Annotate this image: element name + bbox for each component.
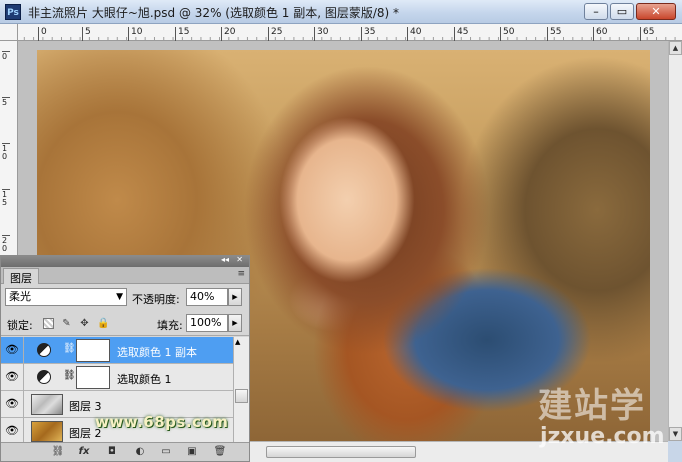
lock-transparent-pixels-icon[interactable] — [43, 318, 54, 329]
ruler-h-tick: 20 — [221, 27, 235, 41]
layer-thumbnail[interactable] — [31, 421, 63, 442]
selective-color-adjustment-icon[interactable] — [37, 370, 51, 384]
close-panel-icon[interactable]: ✕ — [236, 255, 243, 264]
add-mask-icon[interactable]: ◘ — [105, 446, 119, 458]
layer-mask-thumbnail[interactable] — [76, 339, 110, 362]
canvas-vertical-scrollbar[interactable]: ▲ ▼ — [668, 41, 682, 441]
horizontal-ruler[interactable]: 0 5 10 15 20 25 30 35 40 45 50 55 60 65 — [18, 24, 682, 41]
opacity-input[interactable]: 40% — [186, 288, 228, 306]
ruler-v-tick: 5 — [2, 97, 10, 107]
fill-label: 填充: — [157, 319, 183, 332]
delete-layer-trash-icon[interactable]: 🗑 — [213, 446, 227, 458]
layers-panel-toolbar: ⛓ fx ◘ ◐ ▭ ▣ 🗑 — [1, 442, 249, 461]
ruler-h-tick: 0 — [38, 27, 47, 41]
layer-row[interactable]: 👁 ⛓ 选取颜色 1 — [1, 364, 233, 391]
layer-name[interactable]: 选取颜色 1 — [117, 371, 172, 387]
panel-header-strip[interactable]: ◂◂ ✕ — [1, 255, 249, 267]
mask-link-chain-icon[interactable]: ⛓ — [63, 343, 76, 354]
visibility-eye-icon[interactable]: 👁 — [4, 424, 20, 438]
ruler-v-tick: 20 — [2, 235, 10, 253]
photoshop-logo-icon: Ps — [5, 4, 21, 20]
ruler-h-tick: 5 — [82, 27, 91, 41]
window-controls: – ▭ ✕ — [584, 3, 676, 20]
ruler-h-tick: 60 — [593, 27, 607, 41]
new-group-folder-icon[interactable]: ▭ — [159, 446, 173, 458]
blend-row: 柔光 ▼ 不透明度: 40% ▶ — [1, 284, 249, 310]
ruler-h-tick: 40 — [407, 27, 421, 41]
close-button[interactable]: ✕ — [636, 3, 676, 20]
lock-label: 锁定: — [7, 319, 33, 332]
scroll-up-arrow-icon[interactable]: ▲ — [235, 338, 240, 346]
layer-name[interactable]: 选取颜色 1 副本 — [117, 344, 197, 360]
layers-scrollbar[interactable]: ▲ — [233, 337, 249, 442]
link-layers-icon[interactable]: ⛓ — [51, 446, 65, 458]
visibility-eye-icon[interactable]: 👁 — [4, 397, 20, 411]
new-layer-icon[interactable]: ▣ — [185, 446, 199, 458]
tab-layers[interactable]: 图层 — [3, 268, 39, 285]
ruler-h-tick: 55 — [547, 27, 561, 41]
ruler-h-tick: 30 — [314, 27, 328, 41]
scroll-down-arrow-icon[interactable]: ▼ — [669, 427, 682, 441]
lock-position-icon[interactable]: ✥ — [79, 318, 90, 329]
layer-thumbnail[interactable] — [31, 394, 63, 415]
lock-all-icon[interactable]: 🔒 — [97, 318, 109, 329]
panel-tab-row: 图层 ≡ — [1, 267, 249, 285]
watermark-68ps: www.68ps.com — [95, 413, 229, 431]
ruler-corner[interactable] — [0, 24, 18, 41]
ruler-v-tick: 15 — [2, 189, 10, 207]
title-bar: Ps 非主流照片 大眼仔~旭.psd @ 32% (选取颜色 1 副本, 图层蒙… — [0, 0, 682, 24]
watermark-jzxue-cn: 建站学 — [538, 386, 646, 426]
opacity-slider-arrow-icon[interactable]: ▶ — [228, 288, 242, 306]
adjustment-layer-icon[interactable]: ◐ — [133, 446, 147, 458]
watermark-jzxue-en: jzxue.com — [540, 424, 665, 449]
layer-style-fx-icon[interactable]: fx — [77, 446, 91, 458]
opacity-label: 不透明度: — [132, 293, 180, 306]
scroll-up-arrow-icon[interactable]: ▲ — [669, 41, 682, 55]
fill-slider-arrow-icon[interactable]: ▶ — [228, 314, 242, 332]
ruler-h-tick: 15 — [175, 27, 189, 41]
scroll-thumb[interactable] — [266, 446, 416, 458]
ruler-h-tick: 25 — [268, 27, 282, 41]
layer-row[interactable]: 👁 ⛓ 选取颜色 1 副本 — [1, 337, 233, 364]
lock-image-pixels-icon[interactable]: ✎ — [61, 318, 72, 329]
scroll-thumb[interactable] — [235, 389, 248, 403]
ruler-h-tick: 10 — [128, 27, 142, 41]
visibility-eye-icon[interactable]: 👁 — [4, 370, 20, 384]
vertical-ruler[interactable]: 0 5 10 15 20 — [0, 41, 18, 256]
selective-color-adjustment-icon[interactable] — [37, 343, 51, 357]
minimize-button[interactable]: – — [584, 3, 608, 20]
column-divider — [23, 364, 24, 391]
ruler-v-tick: 0 — [2, 51, 10, 61]
visibility-eye-icon[interactable]: 👁 — [4, 343, 20, 357]
mask-link-chain-icon[interactable]: ⛓ — [63, 370, 76, 381]
layer-mask-thumbnail[interactable] — [76, 366, 110, 389]
ruler-h-tick: 50 — [500, 27, 514, 41]
lock-row: 锁定: ✎ ✥ 🔒 填充: 100% ▶ — [1, 310, 249, 336]
column-divider — [23, 337, 24, 364]
blend-mode-value: 柔光 — [9, 290, 31, 303]
chevron-down-icon: ▼ — [116, 292, 123, 302]
column-divider — [23, 418, 24, 442]
layer-name[interactable]: 图层 3 — [69, 398, 102, 414]
ruler-h-tick: 65 — [640, 27, 654, 41]
ruler-h-tick: 45 — [454, 27, 468, 41]
ruler-v-tick: 10 — [2, 143, 10, 161]
column-divider — [23, 391, 24, 418]
panel-menu-icon[interactable]: ≡ — [237, 269, 245, 279]
collapse-panel-icon[interactable]: ◂◂ — [221, 255, 229, 264]
fill-input[interactable]: 100% — [186, 314, 228, 332]
blend-mode-select[interactable]: 柔光 ▼ — [5, 288, 127, 306]
ruler-h-tick: 35 — [361, 27, 375, 41]
document-title: 非主流照片 大眼仔~旭.psd @ 32% (选取颜色 1 副本, 图层蒙版/8… — [28, 6, 400, 20]
restore-button[interactable]: ▭ — [610, 3, 634, 20]
